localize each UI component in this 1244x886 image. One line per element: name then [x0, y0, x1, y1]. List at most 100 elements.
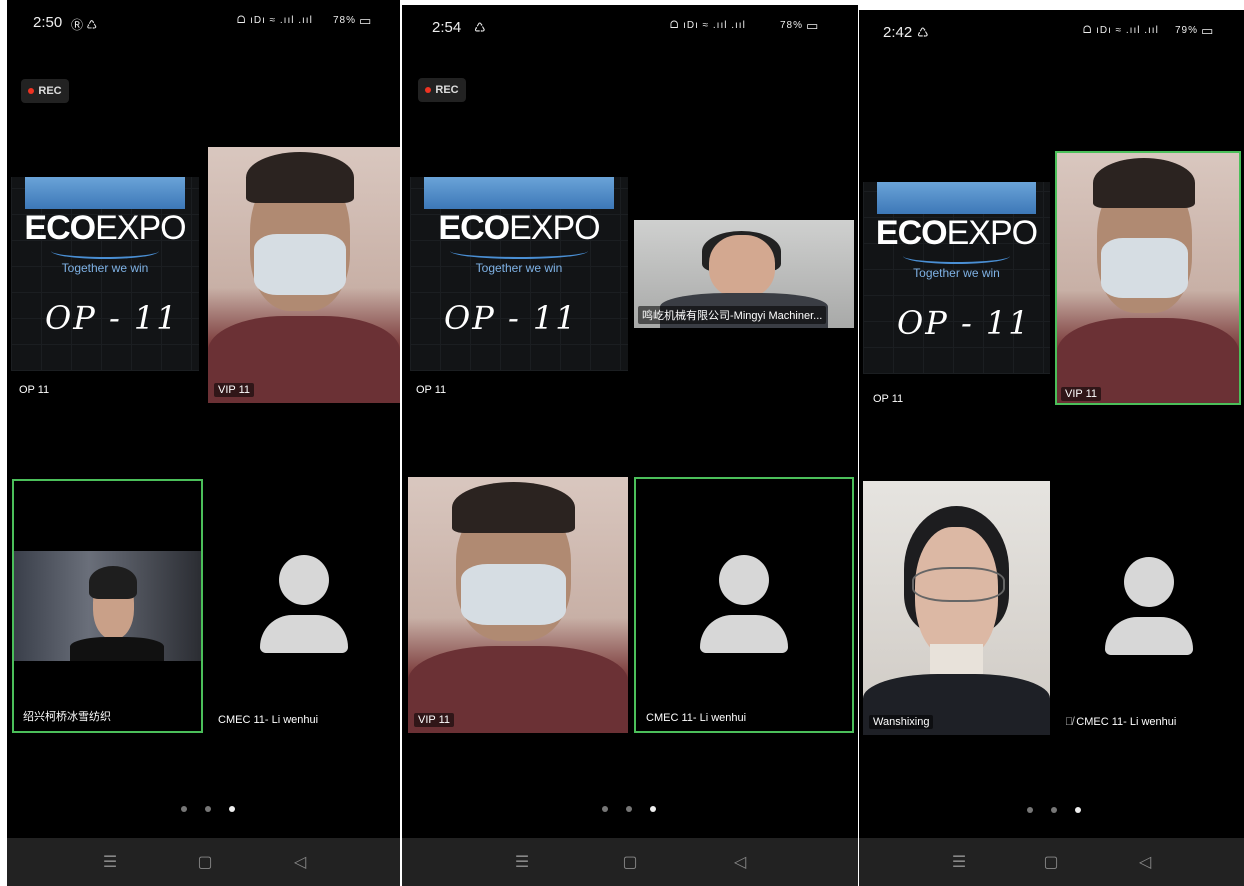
video-glasses [911, 567, 1006, 602]
page-dot-active[interactable] [229, 806, 235, 812]
phone-screen-1: 2:50 Ⓡ ♺ ᗝ ıDı ≈ .ııl .ııl 78% ▭ REC ECO… [7, 0, 400, 886]
participant-name: VIP 11 [1061, 387, 1102, 401]
page-indicator[interactable] [593, 806, 665, 812]
avatar-body [700, 615, 788, 653]
logo-rest: EXPO [946, 214, 1038, 252]
logo-bold: ECO [875, 214, 948, 252]
video-hair [1093, 158, 1196, 208]
avatar-body [260, 615, 348, 653]
video-mask [254, 234, 347, 296]
video-tile-company[interactable]: 鸣屹机械有限公司-Mingyi Machiner... [634, 220, 854, 328]
banner-image [877, 182, 1036, 214]
home-icon[interactable]: ▢ [1041, 852, 1061, 872]
home-icon[interactable]: ▢ [195, 852, 215, 872]
rec-dot-icon [28, 88, 35, 95]
participant-name: 🎙̸ CMEC 11- Li wenhui [1061, 715, 1180, 729]
video-tile-active-speaker[interactable]: 绍兴柯桥冰雪纺织 [12, 479, 203, 733]
rec-label: REC [38, 85, 62, 97]
battery-icon: ▭ [806, 18, 820, 33]
back-icon[interactable]: ◁ [730, 852, 750, 872]
page-indicator[interactable] [172, 806, 244, 812]
banner-image [25, 177, 185, 209]
phone-screen-2: 2:54 ♺ ᗝ ıDı ≈ .ııl .ııl 78% ▭ REC ECOEX… [402, 5, 858, 886]
avatar-icon [258, 555, 350, 655]
video-head [708, 235, 775, 298]
logo-tagline: Together we win [61, 261, 149, 275]
back-icon[interactable]: ◁ [290, 852, 310, 872]
signal-icons: ᗝ ıDı ≈ .ııl .ııl [670, 20, 746, 31]
video-mask [460, 564, 567, 626]
participant-name: OP 11 [19, 384, 50, 396]
system-nav-bar: ☰ ▢ ◁ [859, 838, 1244, 886]
video-tile-vip[interactable]: VIP 11 [208, 147, 400, 403]
menu-icon[interactable]: ☰ [949, 852, 969, 872]
ecoexpo-logo-video: ECOEXPO Together we win OP - 11 [11, 177, 199, 371]
battery-level: 78% [333, 15, 357, 26]
status-bar: 2:42 ♺ ᗝ ıDı ≈ .ııl .ııl 79% ▭ [859, 10, 1244, 58]
participant-name: VIP 11 [414, 713, 455, 727]
video-tile-active-speaker[interactable]: VIP 11 [1055, 151, 1241, 405]
battery-icon: ▭ [1201, 23, 1215, 38]
page-dot[interactable] [1051, 807, 1057, 813]
rec-label: REC [435, 84, 459, 96]
back-icon[interactable]: ◁ [1135, 852, 1155, 872]
video-tile-no-video[interactable]: CMEC 11- Li wenhui [208, 479, 400, 733]
avatar-body [1105, 617, 1193, 655]
page-dot-active[interactable] [650, 806, 656, 812]
battery-level: 78% [780, 20, 804, 31]
page-dot[interactable] [181, 806, 187, 812]
logo-swoosh [51, 243, 159, 259]
page-dot[interactable] [602, 806, 608, 812]
page-dot[interactable] [626, 806, 632, 812]
page-indicator[interactable] [1018, 807, 1090, 813]
clock: 2:50 [33, 14, 63, 31]
phone-screen-3: 2:42 ♺ ᗝ ıDı ≈ .ııl .ııl 79% ▭ ECOEXPO T… [859, 10, 1244, 886]
participant-video [14, 551, 201, 661]
home-icon[interactable]: ▢ [620, 852, 640, 872]
video-tile-op[interactable]: ECOEXPO Together we win OP - 11 OP 11 [402, 147, 630, 403]
participant-video [208, 147, 400, 403]
participant-name: CMEC 11- Li wenhui [646, 712, 747, 724]
ecoexpo-logo-video: ECOEXPO Together we win OP - 11 [410, 177, 628, 371]
page-dot[interactable] [1027, 807, 1033, 813]
avatar-icon [698, 555, 790, 655]
video-tile-op[interactable]: ECOEXPO Together we win OP - 11 OP 11 [859, 152, 1052, 406]
participant-name-text: CMEC 11- Li wenhui [1076, 716, 1177, 728]
rec-indicator: REC [418, 78, 466, 102]
menu-icon[interactable]: ☰ [100, 852, 120, 872]
avatar-icon [1103, 557, 1195, 657]
page-dot[interactable] [205, 806, 211, 812]
handwritten-op-label: OP - 11 [45, 299, 179, 337]
participant-name: VIP 11 [214, 383, 255, 397]
video-tile-no-video[interactable]: 🎙̸ CMEC 11- Li wenhui [1055, 481, 1241, 735]
avatar-head [279, 555, 329, 605]
rec-dot-icon [425, 87, 432, 94]
ecoexpo-logo-video: ECOEXPO Together we win OP - 11 [863, 182, 1050, 374]
avatar-head [719, 555, 769, 605]
video-tile-active-speaker[interactable]: CMEC 11- Li wenhui [634, 477, 854, 733]
sync-icon: ♺ [474, 20, 486, 35]
logo-bold: ECO [438, 209, 510, 247]
page-dot-active[interactable] [1075, 807, 1081, 813]
handwritten-op-label: OP - 11 [444, 299, 578, 337]
mic-off-icon: 🎙̸ [1065, 716, 1074, 728]
system-nav-bar: ☰ ▢ ◁ [402, 838, 858, 886]
logo-tagline: Together we win [475, 261, 563, 275]
participant-video [863, 481, 1050, 735]
video-tile-op[interactable]: ECOEXPO Together we win OP - 11 OP 11 [7, 147, 203, 403]
video-tile-vip[interactable]: VIP 11 [408, 477, 628, 733]
avatar-head [1124, 557, 1174, 607]
battery-icon: ▭ [359, 13, 373, 28]
status-bar: 2:50 Ⓡ ♺ ᗝ ıDı ≈ .ııl .ııl 78% ▭ [7, 0, 400, 48]
status-bar: 2:54 ♺ ᗝ ıDı ≈ .ııl .ııl 78% ▭ [402, 5, 858, 53]
video-hair [246, 152, 354, 204]
system-nav-bar: ☰ ▢ ◁ [7, 838, 400, 886]
menu-icon[interactable]: ☰ [512, 852, 532, 872]
logo-rest: EXPO [95, 209, 186, 247]
banner-image [424, 177, 614, 209]
participant-name: 绍兴柯桥冰雪纺织 [23, 711, 111, 723]
logo-tagline: Together we win [913, 266, 1000, 280]
logo-swoosh [903, 248, 1010, 264]
video-tile-wanshixing[interactable]: Wanshixing [863, 481, 1050, 735]
video-mask [1100, 238, 1189, 298]
